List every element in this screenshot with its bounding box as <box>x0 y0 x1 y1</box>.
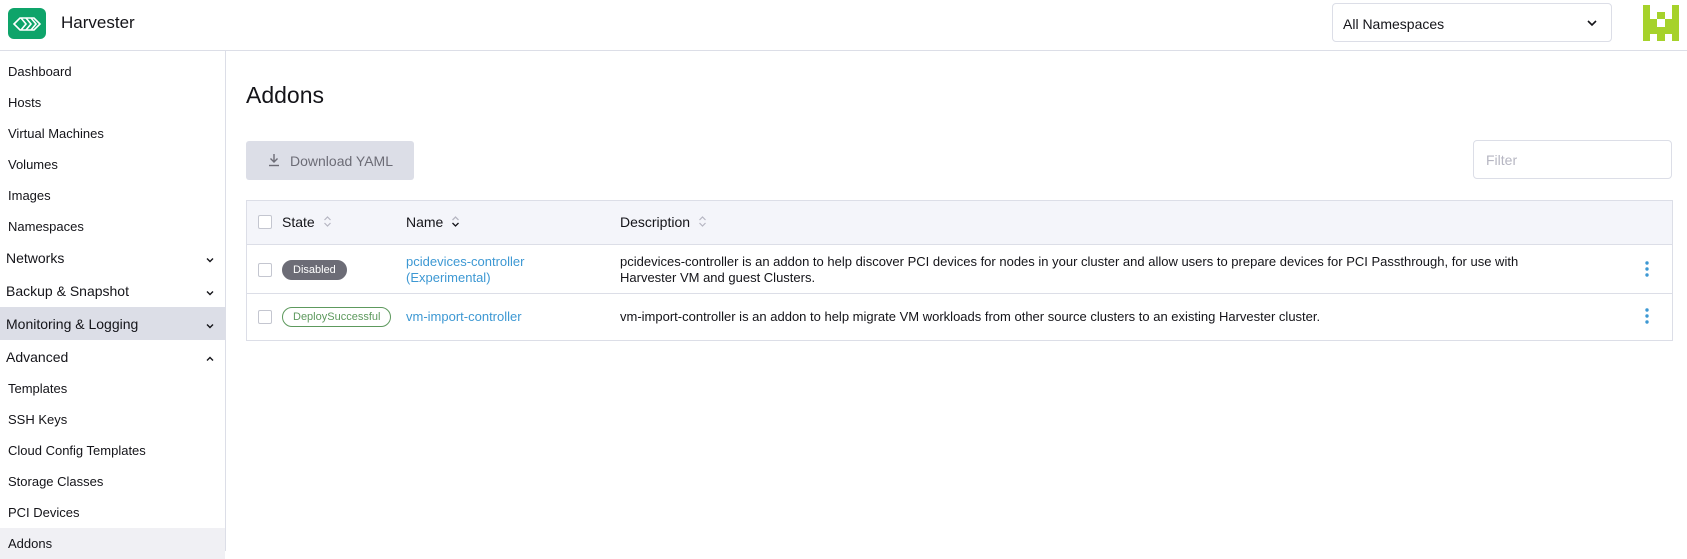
column-header-name[interactable]: Name <box>406 214 460 231</box>
namespace-select-value: All Namespaces <box>1343 16 1445 32</box>
sidebar-item-templates[interactable]: Templates <box>0 373 225 404</box>
sidebar: Dashboard Hosts Virtual Machines Volumes… <box>0 51 226 559</box>
chevron-down-icon <box>1585 16 1599 35</box>
sort-down-icon <box>451 215 460 231</box>
download-yaml-button[interactable]: Download YAML <box>246 141 414 180</box>
sidebar-item-dashboard[interactable]: Dashboard <box>0 56 225 87</box>
addon-description: pcidevices-controller is an addon to hel… <box>620 254 1519 285</box>
table-row: DeploySuccessful vm-import-controller vm… <box>247 294 1672 340</box>
addon-name-link[interactable]: pcidevices-controller (Experimental) <box>406 254 596 286</box>
top-header: Harvester All Namespaces <box>0 0 1687 51</box>
download-yaml-label: Download YAML <box>290 153 393 169</box>
chevron-down-icon <box>205 318 215 334</box>
sidebar-item-hosts[interactable]: Hosts <box>0 87 225 118</box>
row-checkbox[interactable] <box>258 263 272 277</box>
page-title: Addons <box>246 82 325 108</box>
kebab-menu-icon[interactable] <box>1642 259 1652 279</box>
addon-description: vm-import-controller is an addon to help… <box>620 309 1321 324</box>
addon-name-link[interactable]: vm-import-controller <box>406 309 596 325</box>
sidebar-group-backup-snapshot[interactable]: Backup & Snapshot <box>0 274 225 307</box>
chevron-up-icon <box>205 351 215 367</box>
select-all-checkbox[interactable] <box>258 215 272 229</box>
table-row: Disabled pcidevices-controller (Experime… <box>247 245 1672 294</box>
status-badge: DeploySuccessful <box>282 307 392 327</box>
sidebar-item-pci-devices[interactable]: PCI Devices <box>0 497 225 528</box>
download-icon <box>268 153 280 170</box>
sidebar-item-storage-classes[interactable]: Storage Classes <box>0 466 225 497</box>
sidebar-item-images[interactable]: Images <box>0 180 225 211</box>
row-checkbox[interactable] <box>258 310 272 324</box>
sidebar-item-cloud-config-templates[interactable]: Cloud Config Templates <box>0 435 225 466</box>
sidebar-item-namespaces[interactable]: Namespaces <box>0 211 225 242</box>
sort-icon <box>698 215 707 231</box>
chevron-down-icon <box>205 252 215 268</box>
chevron-down-icon <box>205 285 215 301</box>
column-header-description[interactable]: Description <box>620 214 707 231</box>
sidebar-group-advanced[interactable]: Advanced <box>0 340 225 373</box>
sidebar-item-addons[interactable]: Addons <box>0 528 225 559</box>
namespace-select[interactable]: All Namespaces <box>1332 3 1612 42</box>
status-badge: Disabled <box>282 260 347 280</box>
sort-icon <box>323 215 332 231</box>
kebab-menu-icon[interactable] <box>1642 306 1652 326</box>
sidebar-group-networks[interactable]: Networks <box>0 241 225 274</box>
sidebar-group-monitoring-logging[interactable]: Monitoring & Logging <box>0 307 225 340</box>
harvester-logo-icon[interactable] <box>8 8 46 39</box>
avatar[interactable] <box>1643 5 1679 41</box>
addons-table: State Name Description Disabled pcidevic… <box>246 200 1673 341</box>
sidebar-item-volumes[interactable]: Volumes <box>0 149 225 180</box>
column-header-state[interactable]: State <box>282 214 332 231</box>
sidebar-item-virtual-machines[interactable]: Virtual Machines <box>0 118 225 149</box>
app-title: Harvester <box>61 13 135 32</box>
table-header: State Name Description <box>247 201 1672 245</box>
sidebar-item-ssh-keys[interactable]: SSH Keys <box>0 404 225 435</box>
filter-input[interactable] <box>1473 140 1672 179</box>
